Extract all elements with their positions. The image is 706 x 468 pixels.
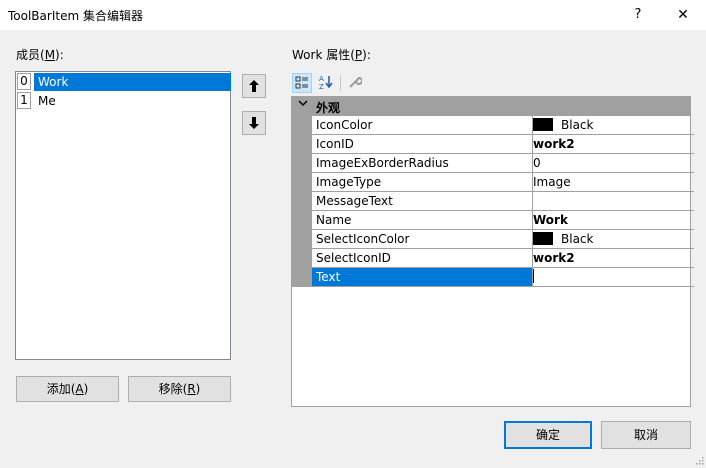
alphabetical-view-icon[interactable]: A Z: [316, 73, 336, 93]
row-gutter: [292, 192, 312, 211]
close-button[interactable]: ✕: [672, 4, 694, 26]
svg-text:A: A: [319, 75, 324, 83]
members-label: 成员(M):: [16, 48, 64, 62]
add-button[interactable]: 添加(A): [16, 376, 119, 402]
property-value[interactable]: [529, 192, 694, 211]
property-value[interactable]: work2: [529, 249, 694, 268]
property-row[interactable]: SelectIconColor Black: [292, 230, 694, 249]
category-label: 外观: [316, 101, 341, 115]
property-name: ImageType: [312, 173, 533, 192]
row-gutter: [292, 230, 312, 249]
property-row[interactable]: ImageType Image: [292, 173, 694, 192]
help-button[interactable]: ?: [627, 4, 649, 26]
property-value-input[interactable]: [529, 268, 694, 287]
properties-label: Work 属性(P):: [292, 48, 371, 62]
member-name: Me: [38, 94, 56, 108]
property-value-text: Black: [561, 118, 594, 132]
property-row[interactable]: SelectIconID work2: [292, 249, 694, 268]
remove-button[interactable]: 移除(R): [128, 376, 231, 402]
property-row[interactable]: MessageText: [292, 192, 694, 211]
property-value[interactable]: Black: [529, 230, 694, 249]
property-name: Name: [312, 211, 533, 230]
property-name: SelectIconColor: [312, 230, 533, 249]
categorized-view-icon[interactable]: [292, 73, 312, 93]
chevron-down-icon[interactable]: [298, 98, 308, 111]
cancel-button[interactable]: 取消: [601, 421, 691, 449]
list-item[interactable]: 0 Work: [17, 73, 231, 91]
property-name: IconColor: [312, 116, 533, 135]
property-row[interactable]: ImageExBorderRadius 0: [292, 154, 694, 173]
property-row[interactable]: Text: [292, 268, 694, 287]
move-down-button[interactable]: [242, 111, 266, 135]
category-row[interactable]: 外观: [292, 97, 690, 116]
text-caret: [533, 269, 534, 283]
property-name: Text: [312, 268, 533, 287]
row-gutter: [292, 173, 312, 192]
color-swatch: [533, 232, 553, 245]
ok-button[interactable]: 确定: [504, 421, 592, 449]
property-value-text: Black: [561, 232, 594, 246]
member-name: Work: [34, 73, 231, 91]
member-index: 1: [17, 92, 31, 109]
property-name: MessageText: [312, 192, 533, 211]
row-gutter: [292, 249, 312, 268]
property-grid[interactable]: 外观 IconColor Black IconID work2 ImageExB…: [291, 96, 694, 407]
property-value[interactable]: Image: [529, 173, 694, 192]
svg-text:Z: Z: [319, 83, 324, 90]
row-gutter: [292, 135, 312, 154]
wrench-icon[interactable]: [345, 73, 365, 93]
row-gutter: [292, 116, 312, 135]
row-gutter: [292, 154, 312, 173]
property-name: ImageExBorderRadius: [312, 154, 533, 173]
window-title: ToolBarItem 集合编辑器: [8, 9, 143, 23]
property-row[interactable]: IconColor Black: [292, 116, 694, 135]
resize-grip-icon[interactable]: [694, 455, 704, 465]
property-toolbar: A Z: [292, 71, 692, 95]
row-gutter: [292, 268, 312, 287]
member-index: 0: [17, 73, 31, 90]
arrow-up-icon: [249, 80, 259, 92]
move-up-button[interactable]: [242, 74, 266, 98]
row-gutter: [292, 211, 312, 230]
members-list[interactable]: 0 Work 1 Me: [15, 71, 231, 360]
property-value[interactable]: 0: [529, 154, 694, 173]
list-item[interactable]: 1 Me: [17, 92, 231, 110]
property-value[interactable]: Work: [529, 211, 694, 230]
property-name: SelectIconID: [312, 249, 533, 268]
arrow-down-icon: [249, 117, 259, 129]
property-row[interactable]: IconID work2: [292, 135, 694, 154]
property-value[interactable]: Black: [529, 116, 694, 135]
property-value[interactable]: work2: [529, 135, 694, 154]
property-row[interactable]: Name Work: [292, 211, 694, 230]
toolbar-separator: [340, 75, 341, 91]
property-name: IconID: [312, 135, 533, 154]
color-swatch: [533, 118, 553, 131]
